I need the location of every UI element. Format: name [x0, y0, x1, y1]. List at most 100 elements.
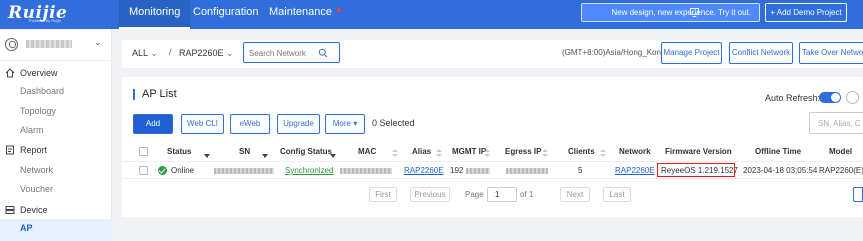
new-design-promo-button[interactable]: New design, new experience. Try it out. [581, 3, 760, 22]
upgrade-button[interactable]: Upgrade [277, 114, 320, 134]
sidebar-active-highlight [0, 219, 112, 241]
sidebar-item-alarm[interactable]: Alarm [20, 125, 44, 135]
scope-dropdown[interactable]: ALL ⌄ [132, 48, 158, 59]
chevron-down-icon: ⌄ [226, 48, 234, 58]
add-button[interactable]: Add [133, 114, 173, 134]
nav-configuration[interactable]: Configuration [183, 0, 268, 29]
sort-caret-icon[interactable] [330, 154, 336, 158]
home-icon [5, 68, 15, 78]
sort-icon[interactable] [600, 149, 606, 158]
column-header-alias[interactable]: Alias [412, 147, 431, 156]
mac-cell-redacted [340, 166, 392, 175]
search-network-box [243, 42, 340, 63]
page-label: Page [465, 190, 484, 199]
online-status-icon [158, 166, 167, 175]
ruijie-logo[interactable]: Ruijie Powered by Ruijie [8, 3, 78, 25]
mgmt-ip-value: 192 [450, 166, 464, 175]
column-header-network[interactable]: Network [619, 147, 651, 156]
column-header-model[interactable]: Model [829, 147, 852, 156]
sort-icon[interactable] [542, 149, 548, 158]
column-header-clients[interactable]: Clients [568, 147, 595, 156]
caret-down-icon: ▾ [353, 119, 358, 128]
breadcrumb-separator: / [169, 47, 172, 57]
sidebar-item-voucher[interactable]: Voucher [20, 184, 53, 194]
network-header-bar: ALL ⌄ / RAP2260E ⌄ (GMT+8:00)Asia/Hong_K… [122, 40, 863, 68]
sort-caret-icon[interactable] [262, 154, 268, 158]
more-dropdown-button[interactable]: More ▾ [325, 114, 365, 134]
sidebar-item-ap[interactable]: AP [20, 223, 33, 233]
table-filter-input[interactable]: SN, Alias, C [809, 112, 863, 134]
web-cli-button[interactable]: Web CLI [181, 114, 224, 134]
alias-link[interactable]: RAP2260E [404, 166, 444, 175]
user-name-redacted [26, 40, 72, 48]
sort-icon[interactable] [436, 149, 442, 158]
column-header-offline-time[interactable]: Offline Time [755, 147, 801, 156]
user-account-selector[interactable]: ⌄ [0, 29, 112, 61]
page-number-input[interactable]: 1 [487, 187, 517, 202]
notification-dot [337, 8, 341, 12]
search-input[interactable] [249, 47, 319, 59]
sidebar-item-dashboard[interactable]: Dashboard [20, 86, 64, 96]
sidebar-group-device[interactable]: Device [0, 200, 112, 220]
first-page-button[interactable]: First [369, 187, 397, 202]
help-icon[interactable] [846, 91, 859, 104]
sort-icon[interactable] [484, 149, 490, 158]
column-header-config-status[interactable]: Config Status [280, 147, 332, 156]
column-header-sn[interactable]: SN [239, 147, 250, 156]
offline-time-cell: 2023-04-18 03:05:54 [743, 166, 818, 175]
table-row[interactable]: Online Synchronized RAP2260E 192 5 RAP22… [122, 161, 863, 179]
column-header-status[interactable]: Status [167, 147, 191, 156]
chevron-down-icon: ⌄ [94, 37, 102, 47]
device-icon [5, 206, 15, 214]
column-header-egress-ip[interactable]: Egress IP [505, 147, 541, 156]
sort-icon[interactable] [392, 149, 398, 158]
next-page-button[interactable]: Next [560, 187, 590, 202]
column-header-firmware-version[interactable]: Firmware Version [665, 147, 732, 156]
nav-monitoring-label: Monitoring [129, 6, 181, 18]
search-icon[interactable] [318, 48, 328, 58]
clients-cell: 5 [578, 166, 583, 175]
table-header: Status SN Config Status MAC Alias MGMT I… [122, 143, 863, 161]
page-size-selector[interactable] [853, 187, 863, 202]
sidebar-item-network[interactable]: Network [20, 165, 53, 175]
chevron-down-icon: ⌄ [150, 48, 158, 58]
firmware-highlight-box [657, 163, 735, 177]
page-total-label: of 1 [520, 190, 534, 199]
user-avatar-icon [5, 38, 18, 51]
promo-label: New design, new experience. Try it out. [611, 8, 751, 17]
network-dropdown[interactable]: RAP2260E ⌄ [179, 48, 234, 59]
eweb-button[interactable]: eWeb [230, 114, 270, 134]
timezone-label: (GMT+8:00)Asia/Hong_Kong [562, 48, 666, 57]
report-icon [6, 145, 14, 155]
nav-maintenance[interactable]: Maintenance [259, 0, 346, 29]
selected-count: 0 Selected [372, 118, 415, 128]
sidebar-group-report[interactable]: Report [0, 140, 112, 160]
auto-refresh-label: Auto Refresh: [765, 93, 821, 103]
more-label: More [332, 119, 351, 128]
auto-refresh-toggle[interactable] [819, 92, 841, 103]
sidebar-group-label: Device [20, 205, 48, 215]
sidebar-group-overview[interactable]: Overview [0, 63, 112, 83]
take-over-network-button[interactable]: Take Over Network [799, 42, 863, 64]
nav-configuration-label: Configuration [193, 6, 259, 18]
sidebar-group-label: Report [20, 145, 48, 155]
network-link[interactable]: RAP2260E [615, 166, 655, 175]
column-header-mgmt-ip[interactable]: MGMT IP [452, 147, 486, 156]
previous-page-button[interactable]: Previous [410, 187, 450, 202]
row-checkbox[interactable] [139, 166, 148, 175]
column-header-mac[interactable]: MAC [358, 147, 376, 156]
select-all-checkbox[interactable] [139, 147, 148, 156]
model-cell: RAP2260(E) [819, 166, 863, 175]
brand-tagline: Powered by Ruijie [29, 18, 62, 23]
sidebar: ⌄ Overview Dashboard Topology Alarm Repo… [0, 29, 112, 241]
add-demo-project-button[interactable]: + Add Demo Project [765, 3, 847, 22]
nav-monitoring[interactable]: Monitoring [119, 0, 191, 29]
panel-title: AP List [133, 89, 177, 100]
sort-caret-icon[interactable] [204, 154, 210, 158]
conflict-network-button[interactable]: Conflict Network [729, 42, 793, 64]
manage-project-button[interactable]: Manage Project [661, 42, 722, 64]
config-status-link[interactable]: Synchronized [285, 166, 333, 175]
sidebar-item-topology[interactable]: Topology [20, 106, 56, 116]
egress-ip-cell-redacted [506, 166, 548, 175]
last-page-button[interactable]: Last [603, 187, 631, 202]
